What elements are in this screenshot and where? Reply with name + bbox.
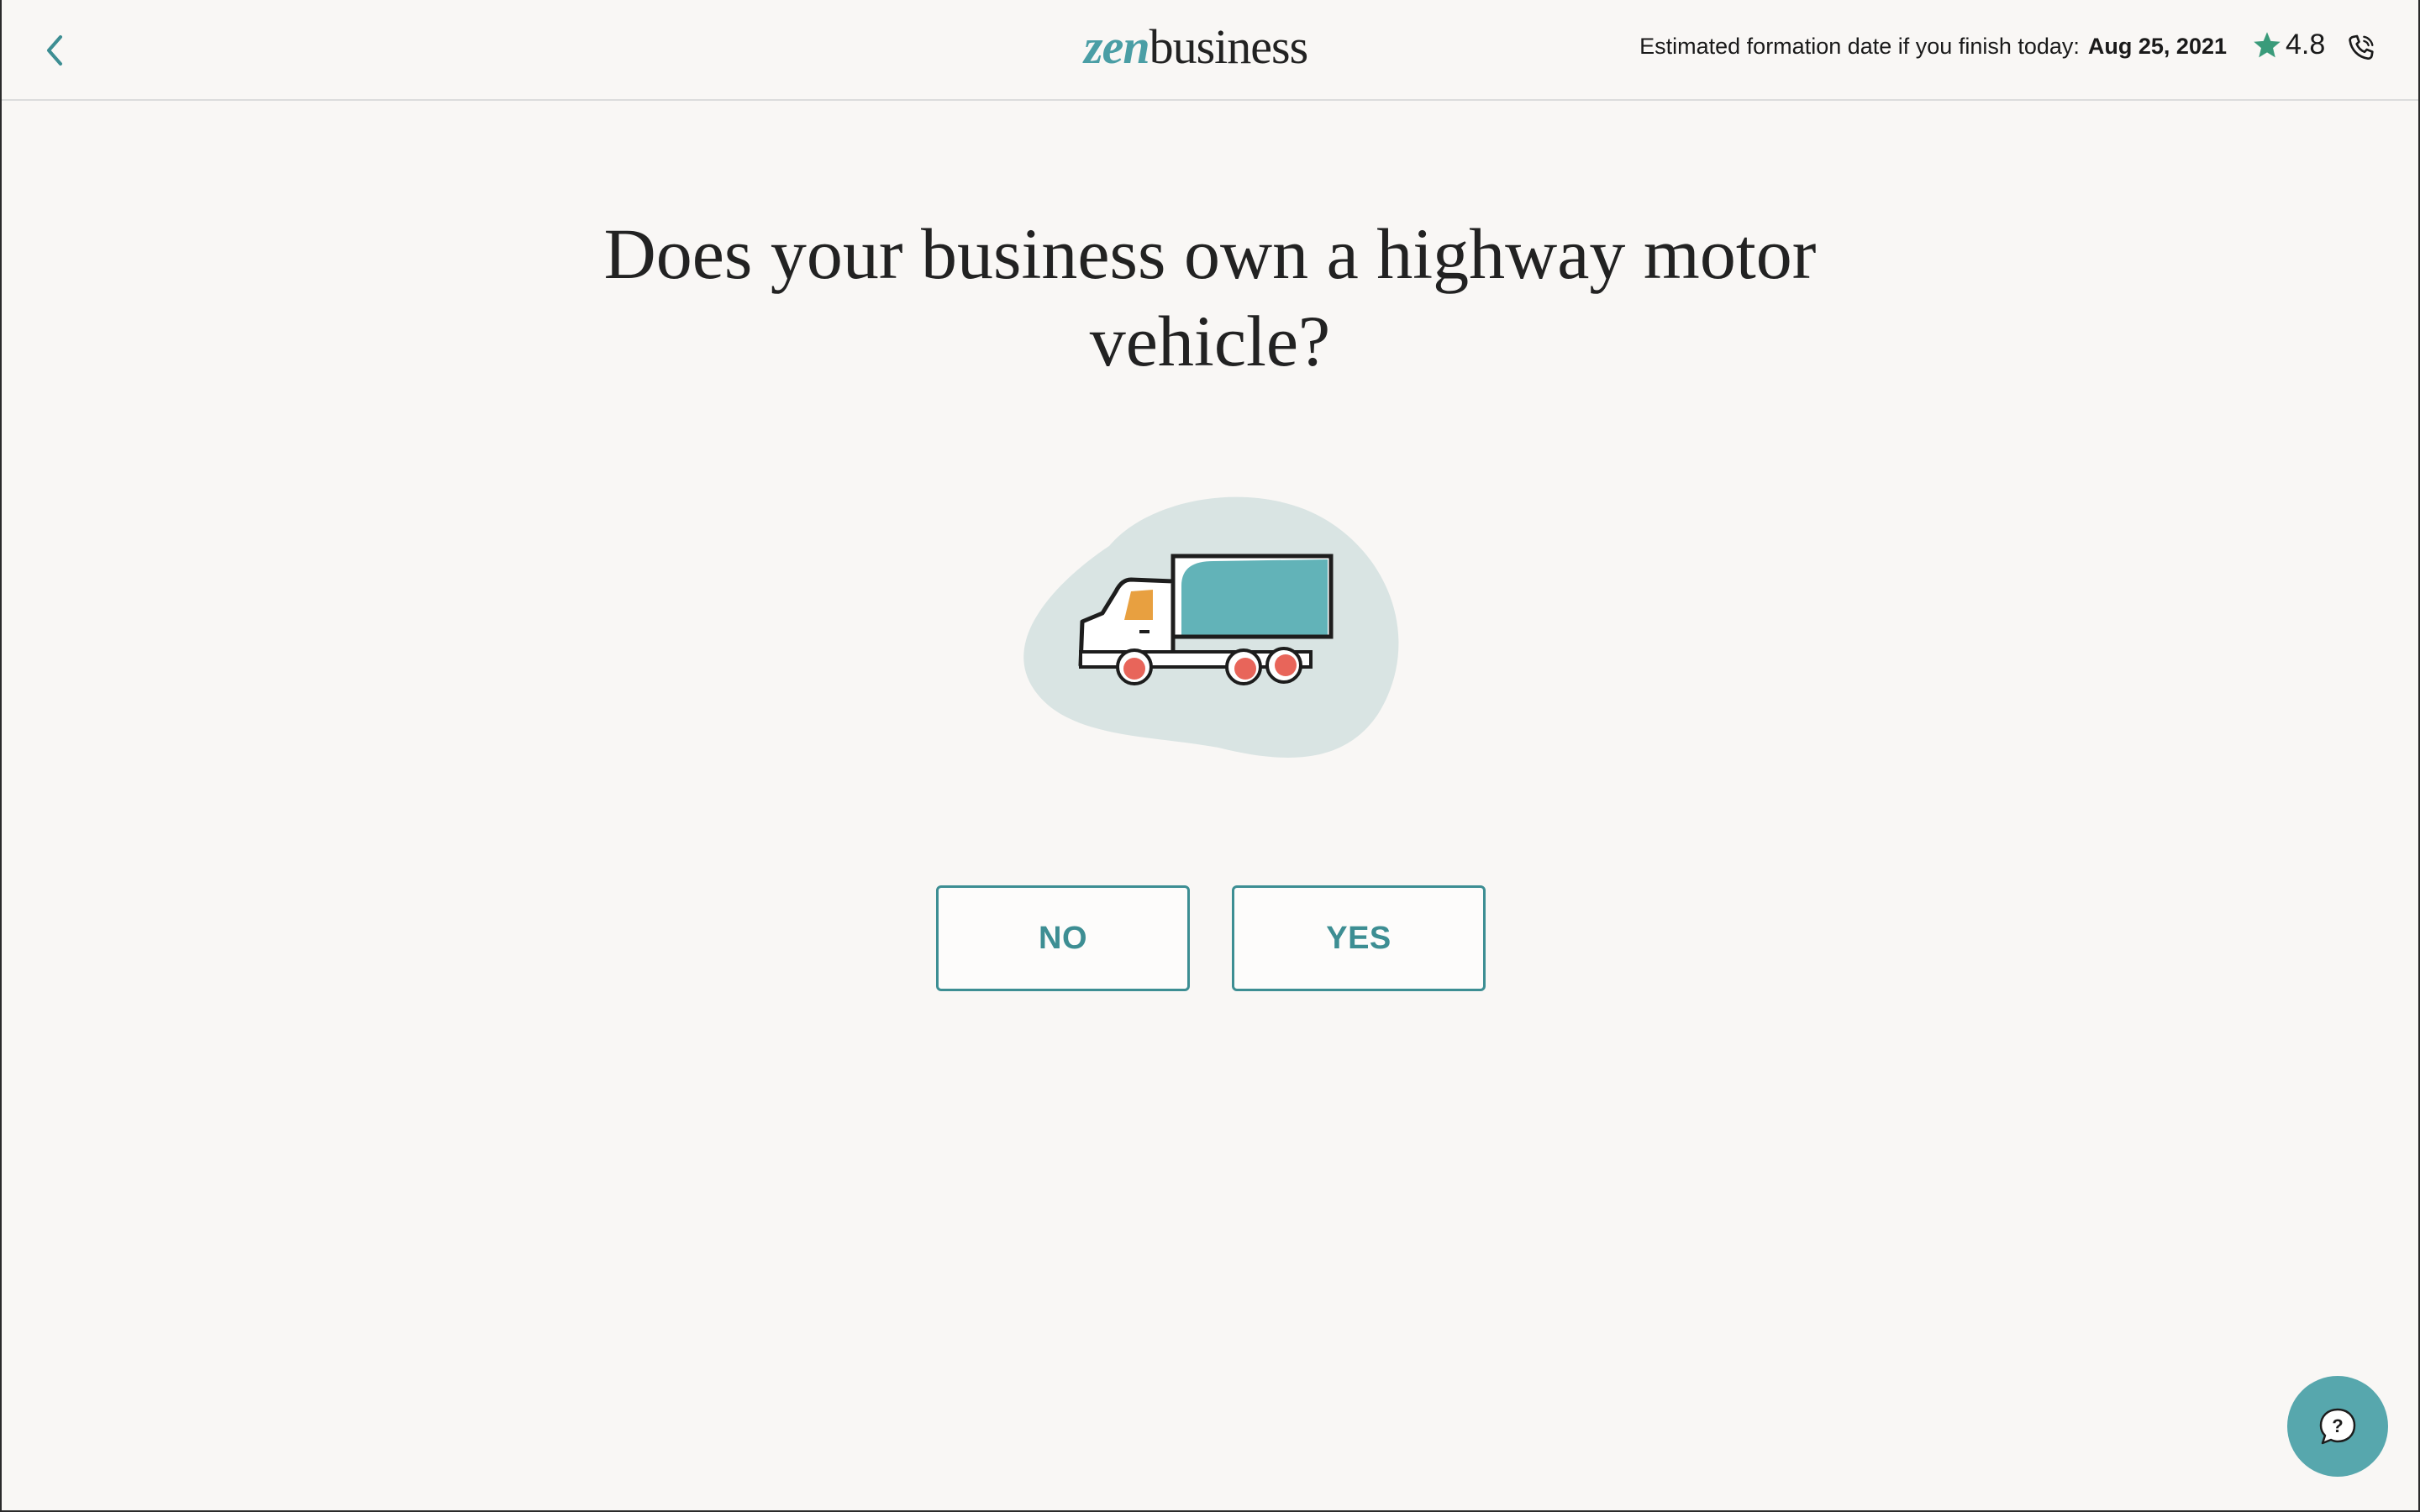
help-chat-icon: ? [2319, 1408, 2356, 1445]
back-button[interactable] [39, 30, 72, 71]
logo-business-text: business [1149, 19, 1309, 74]
phone-icon[interactable] [2344, 32, 2378, 66]
yes-button[interactable]: YES [1232, 885, 1486, 991]
formation-date-value: Aug 25, 2021 [2087, 34, 2227, 59]
svg-text:?: ? [2332, 1415, 2343, 1436]
help-chat-button[interactable]: ? [2287, 1376, 2388, 1477]
logo-zen-text: zen [1084, 19, 1150, 74]
no-button[interactable]: NO [936, 885, 1190, 991]
rating-value: 4.8 [2286, 29, 2326, 60]
star-icon [2254, 31, 2281, 57]
rating: 4.8 [2252, 29, 2325, 61]
chevron-left-icon [47, 35, 62, 66]
top-header: zen business Estimated formation date if … [0, 0, 2420, 101]
question-title: Does your business own a highway motor v… [603, 213, 1817, 381]
estimated-formation-date: Estimated formation date if you finish t… [1639, 34, 2227, 60]
truck-illustration [1023, 496, 1399, 758]
zenbusiness-logo[interactable]: zen business [1084, 18, 1309, 77]
formation-date-label: Estimated formation date if you finish t… [1639, 34, 2080, 59]
phone-icon-glyph [2349, 34, 2374, 60]
